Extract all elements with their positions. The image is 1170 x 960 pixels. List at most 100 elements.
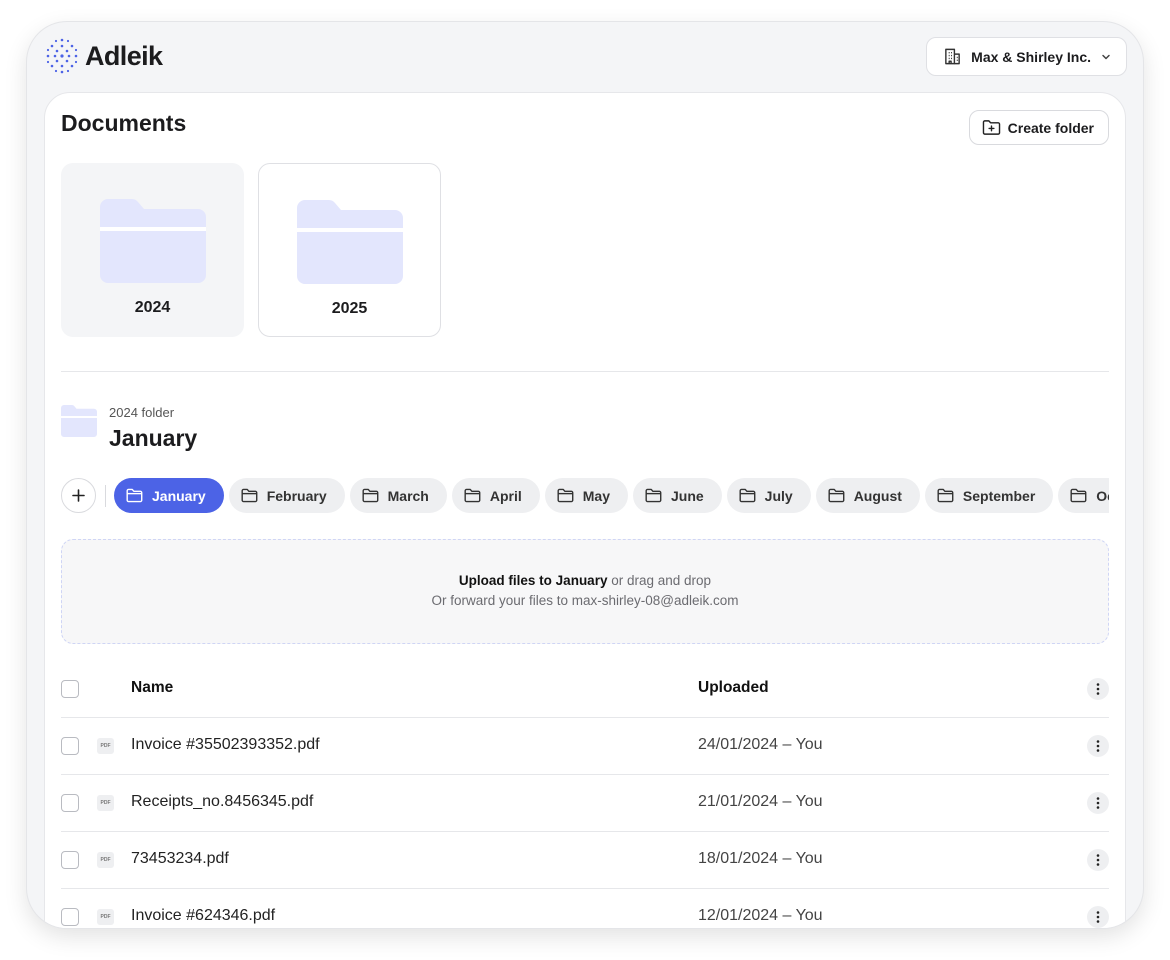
pdf-file-icon: PDF — [97, 909, 114, 925]
upload-action-link[interactable]: Upload files to January — [459, 573, 608, 588]
folder-outline-icon — [464, 488, 481, 503]
folder-outline-icon — [557, 488, 574, 503]
month-tab-june[interactable]: June — [632, 478, 722, 513]
file-type-badge: PDF — [100, 800, 111, 806]
logo-mark-icon — [46, 38, 78, 74]
building-icon — [945, 48, 961, 65]
row-options-button[interactable] — [1087, 792, 1109, 814]
folder-plus-icon — [982, 120, 1000, 135]
month-tabs: January February March April May June July Augu… — [61, 477, 1109, 515]
add-month-button[interactable] — [61, 478, 96, 513]
table-row[interactable]: PDF Receipts_no.8456345.pdf 21/01/2024 – Y… — [61, 775, 1109, 832]
month-tab-label: June — [670, 487, 704, 504]
app-window: Adleik Max & Shirley Inc. Documents Crea… — [27, 22, 1143, 928]
year-folder-2024[interactable]: 2024 — [61, 163, 244, 337]
row-checkbox[interactable] — [61, 737, 79, 755]
month-tab-label: September — [962, 487, 1036, 504]
upload-hint: or drag and drop — [611, 573, 712, 588]
year-label: 2025 — [331, 300, 368, 317]
brand-logo[interactable]: Adleik — [45, 37, 163, 75]
month-tab-february[interactable]: February — [228, 478, 345, 513]
month-tab-label: April — [489, 487, 522, 504]
table-header-row: Name Uploaded — [61, 661, 1109, 718]
brand-name: Adleik — [85, 40, 163, 71]
file-name[interactable]: Receipts_no.8456345.pdf — [131, 793, 313, 811]
file-uploaded: 21/01/2024 – You — [698, 793, 823, 810]
folder-outline-icon — [126, 488, 143, 503]
select-all-checkbox[interactable] — [61, 680, 79, 698]
row-checkbox[interactable] — [61, 794, 79, 812]
chevron-down-icon — [1102, 54, 1110, 59]
month-tab-october[interactable]: October — [1058, 478, 1109, 513]
table-row[interactable]: PDF Invoice #35502393352.pdf 24/01/2024 – … — [61, 718, 1109, 775]
table-row[interactable]: PDF Invoice #624346.pdf 12/01/2024 – You — [61, 889, 1109, 928]
folder-outline-icon — [241, 488, 258, 503]
month-tab-march[interactable]: March — [349, 478, 447, 513]
year-folder-2025[interactable]: 2025 — [258, 163, 441, 337]
file-name[interactable]: Invoice #35502393352.pdf — [131, 736, 320, 754]
month-tab-label: May — [582, 487, 610, 504]
month-tab-label: July — [764, 487, 793, 504]
folder-outline-icon — [937, 488, 954, 503]
folder-outline-icon — [362, 488, 379, 503]
month-tab-list: January February March April May June July Augu… — [114, 477, 1109, 515]
file-name[interactable]: Invoice #624346.pdf — [131, 907, 275, 925]
row-checkbox[interactable] — [61, 908, 79, 926]
folder-icon — [296, 200, 403, 284]
org-name: Max & Shirley Inc. — [971, 48, 1091, 65]
folder-icon — [99, 199, 206, 283]
pdf-file-icon: PDF — [97, 738, 114, 754]
month-tab-july[interactable]: July — [726, 478, 811, 513]
file-rows: PDF Invoice #35502393352.pdf 24/01/2024 – … — [61, 718, 1109, 928]
table-options-button[interactable] — [1087, 678, 1109, 700]
file-uploaded: 24/01/2024 – You — [698, 736, 823, 753]
month-tab-august[interactable]: August — [815, 478, 920, 513]
create-folder-button[interactable]: Create folder — [968, 110, 1109, 145]
create-folder-label: Create folder — [1007, 119, 1094, 136]
folder-title: January — [109, 425, 198, 451]
month-tab-label: August — [853, 487, 902, 504]
more-vertical-icon — [1096, 911, 1100, 923]
file-uploaded: 12/01/2024 – You — [698, 907, 823, 924]
month-tab-may[interactable]: May — [544, 478, 628, 513]
row-options-button[interactable] — [1087, 849, 1109, 871]
upload-dropzone[interactable]: Upload files to January or drag and drop… — [61, 539, 1109, 644]
month-tab-april[interactable]: April — [451, 478, 540, 513]
folder-outline-icon — [645, 488, 662, 503]
folder-outline-icon — [739, 488, 756, 503]
column-header-uploaded[interactable]: Uploaded — [698, 679, 769, 697]
month-tab-september[interactable]: September — [924, 478, 1054, 513]
file-uploaded: 18/01/2024 – You — [698, 850, 823, 867]
file-type-badge: PDF — [100, 857, 111, 863]
file-type-badge: PDF — [100, 914, 111, 920]
file-name[interactable]: 73453234.pdf — [131, 850, 229, 868]
row-options-button[interactable] — [1087, 735, 1109, 757]
more-vertical-icon — [1096, 797, 1100, 809]
month-tab-label: February — [266, 487, 327, 504]
month-tab-label: January — [152, 487, 206, 504]
year-label: 2024 — [134, 299, 171, 316]
pdf-file-icon: PDF — [97, 795, 114, 811]
row-checkbox[interactable] — [61, 851, 79, 869]
folder-outline-icon — [828, 488, 845, 503]
more-vertical-icon — [1096, 854, 1100, 866]
files-table: Name Uploaded PDF Invoice #35502393352.pd… — [61, 661, 1109, 928]
folder-parent-label: 2024 folder — [109, 405, 175, 420]
column-header-name[interactable]: Name — [131, 679, 173, 697]
row-options-button[interactable] — [1087, 906, 1109, 928]
page-title: Documents — [61, 110, 187, 136]
tabs-separator — [105, 485, 106, 507]
org-switcher-button[interactable]: Max & Shirley Inc. — [926, 37, 1127, 76]
more-vertical-icon — [1096, 740, 1100, 752]
month-tab-label: October — [1096, 487, 1109, 504]
top-bar: Adleik Max & Shirley Inc. — [27, 22, 1143, 92]
folder-icon — [61, 405, 97, 437]
month-tab-january[interactable]: January — [114, 478, 224, 513]
folder-outline-icon — [1070, 488, 1087, 503]
table-row[interactable]: PDF 73453234.pdf 18/01/2024 – You — [61, 832, 1109, 889]
more-vertical-icon — [1096, 683, 1100, 695]
pdf-file-icon: PDF — [97, 852, 114, 868]
documents-panel: Documents Create folder 2024 2025 2024 f… — [44, 92, 1126, 928]
month-tab-label: March — [387, 487, 429, 504]
section-divider — [61, 371, 1109, 372]
